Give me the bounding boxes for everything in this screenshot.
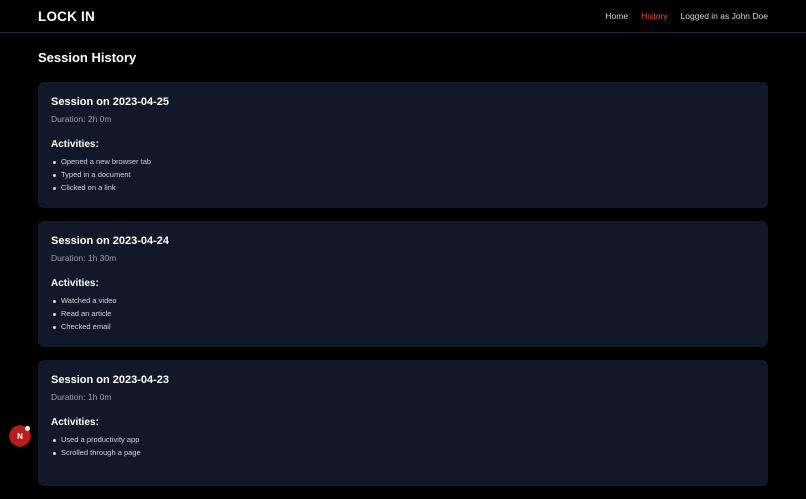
activity-item: Clicked on a link (53, 182, 755, 195)
notification-dot-icon (25, 426, 30, 431)
activity-item: Watched a video (53, 295, 755, 308)
main-content: Session History Session on 2023-04-25 Du… (38, 50, 768, 499)
user-status: Logged in as John Doe (680, 11, 768, 21)
fab-label: N (17, 431, 23, 441)
session-card: Session on 2023-04-23 Duration: 1h 0m Ac… (38, 360, 768, 486)
activity-list: Opened a new browser tab Typed in a docu… (51, 156, 755, 194)
session-duration: Duration: 1h 30m (51, 253, 117, 263)
floating-assistant-button[interactable]: N (10, 426, 30, 446)
activities-heading: Activities: (51, 417, 99, 428)
activity-item: Scrolled through a page (53, 447, 755, 460)
activities-heading: Activities: (51, 278, 99, 289)
nav-links: Home History Logged in as John Doe (605, 11, 768, 21)
session-duration: Duration: 1h 0m (51, 392, 112, 402)
activity-list: Watched a video Read an article Checked … (51, 295, 755, 333)
session-title: Session on 2023-04-23 (51, 374, 170, 386)
brand-logo[interactable]: LOCK IN (38, 9, 95, 24)
page-title: Session History (38, 50, 137, 65)
session-title: Session on 2023-04-24 (51, 235, 170, 247)
activities-heading: Activities: (51, 139, 99, 150)
activity-item: Checked email (53, 321, 755, 334)
activity-item: Read an article (53, 308, 755, 321)
session-card: Session on 2023-04-24 Duration: 1h 30m A… (38, 221, 768, 347)
nav-link-history[interactable]: History (641, 11, 667, 21)
session-duration: Duration: 2h 0m (51, 114, 112, 124)
activity-item: Typed in a document (53, 169, 755, 182)
activity-item: Opened a new browser tab (53, 156, 755, 169)
activity-item: Used a productivity app (53, 434, 755, 447)
session-title: Session on 2023-04-25 (51, 96, 170, 108)
session-card: Session on 2023-04-25 Duration: 2h 0m Ac… (38, 82, 768, 208)
top-navbar: LOCK IN Home History Logged in as John D… (0, 0, 806, 33)
nav-link-home[interactable]: Home (605, 11, 628, 21)
